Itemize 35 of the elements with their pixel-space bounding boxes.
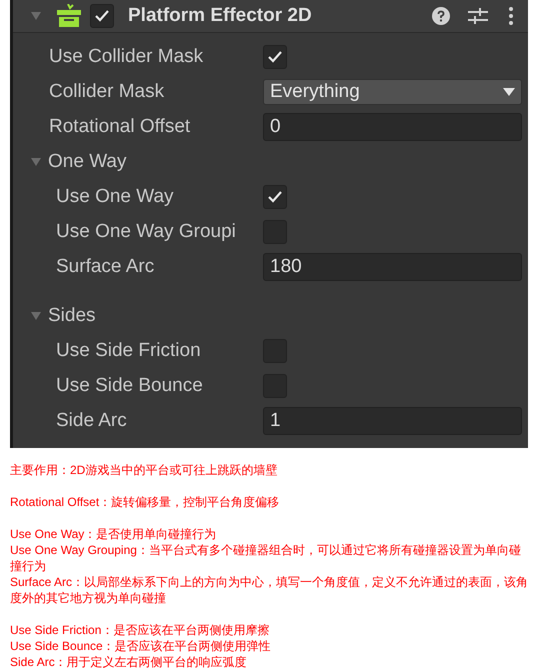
dropdown[interactable]: Everything bbox=[263, 78, 522, 104]
settings-sliders-icon[interactable] bbox=[468, 7, 488, 25]
number-field[interactable]: 1 bbox=[263, 406, 522, 434]
dropdown-arrow-icon bbox=[503, 88, 515, 96]
checkmark-icon bbox=[94, 9, 110, 23]
note-text: Side Arc：用于定义左右两侧平台的响应弧度 bbox=[10, 654, 248, 670]
checkbox[interactable] bbox=[263, 44, 287, 68]
property-label: Surface Arc bbox=[56, 257, 154, 276]
group-label[interactable]: Sides bbox=[48, 306, 96, 325]
property-label: Use One Way bbox=[56, 187, 174, 206]
checkmark-icon bbox=[267, 50, 283, 64]
property-label: Collider Mask bbox=[49, 82, 164, 101]
checkmark-icon bbox=[267, 190, 283, 204]
note-text: Use One Way：是否使用单向碰撞行为 bbox=[10, 526, 218, 542]
number-field[interactable]: 0 bbox=[263, 112, 522, 140]
number-field[interactable]: 180 bbox=[263, 252, 522, 280]
more-menu-icon[interactable] bbox=[508, 7, 514, 25]
property-label: Side Arc bbox=[56, 411, 127, 430]
component-icon bbox=[56, 4, 82, 28]
property-label: Rotational Offset bbox=[49, 117, 190, 136]
property-label: Use Side Bounce bbox=[56, 376, 203, 395]
note-text: Use Side Bounce：是否应该在平台两侧使用弹性 bbox=[10, 638, 272, 654]
group-label[interactable]: One Way bbox=[48, 152, 126, 171]
component-title: Platform Effector 2D bbox=[128, 4, 313, 28]
help-icon[interactable] bbox=[432, 7, 450, 25]
checkbox[interactable] bbox=[90, 4, 114, 28]
note-text: Surface Arc：以局部坐标系下向上的方向为中心，填写一个角度值，定义不允许通过的表面，该角度外的其它地方视为单向碰撞 bbox=[10, 574, 530, 606]
property-label: Use Collider Mask bbox=[49, 47, 204, 66]
note-text: Use One Way Grouping：当平台式有多个碰撞器组合时，可以通过它将所有碰撞器设置为单向碰撞行为 bbox=[10, 542, 522, 574]
note-text: Rotational Offset：旋转偏移量，控制平台角度偏移 bbox=[10, 494, 280, 510]
note-text: 主要作用：2D游戏当中的平台或可往上跳跃的墙壁 bbox=[10, 462, 278, 478]
property-label: Use Side Friction bbox=[56, 341, 201, 360]
note-text: Use Side Friction：是否应该在平台两侧使用摩擦 bbox=[10, 622, 270, 638]
property-label: Use One Way Groupi bbox=[56, 222, 236, 241]
checkbox[interactable] bbox=[263, 184, 287, 208]
